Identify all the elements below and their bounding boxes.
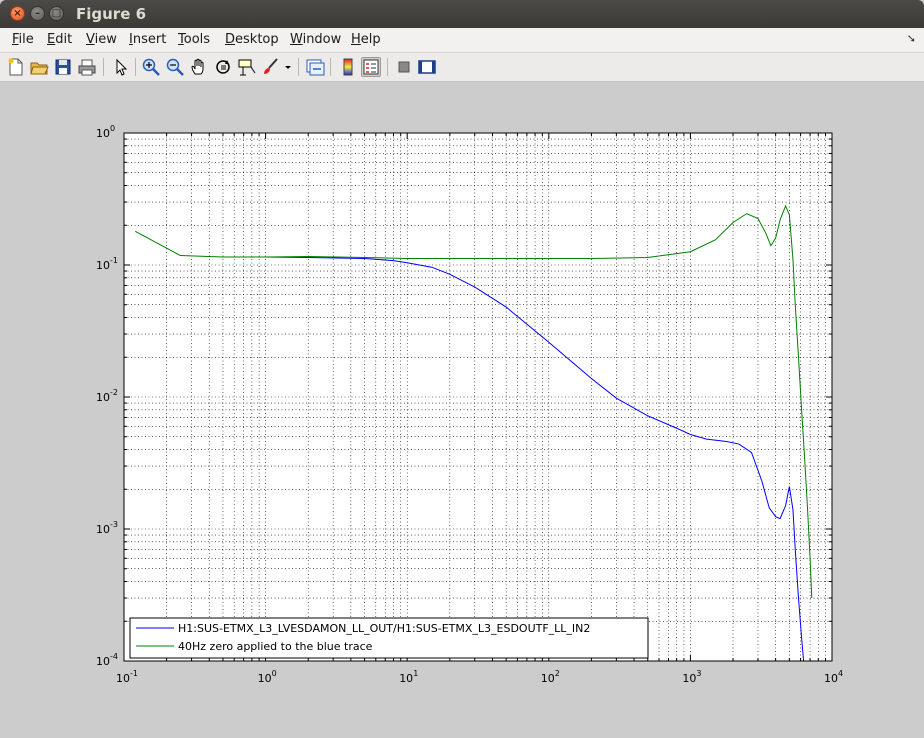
close-window-button[interactable]: × bbox=[10, 6, 25, 21]
window-title: Figure 6 bbox=[76, 5, 147, 23]
insert-legend-icon bbox=[363, 59, 379, 75]
zoom-in-icon bbox=[142, 58, 160, 76]
menu-help[interactable]: Help bbox=[351, 32, 381, 47]
menu-bar: File Edit View Insert Tools Desktop Wind… bbox=[0, 28, 924, 53]
edit-plot-button[interactable] bbox=[111, 57, 131, 77]
y-tick-label: 10-3 bbox=[96, 520, 118, 536]
print-figure-button[interactable] bbox=[77, 57, 97, 77]
x-tick-label: 101 bbox=[399, 669, 418, 685]
minimize-window-button[interactable]: – bbox=[30, 6, 45, 21]
y-tick-label: 100 bbox=[96, 124, 115, 140]
open-file-button[interactable] bbox=[29, 57, 49, 77]
data-cursor-icon bbox=[238, 59, 256, 76]
open-file-icon bbox=[30, 62, 49, 75]
chevron-down-icon bbox=[285, 66, 291, 69]
pan-button[interactable] bbox=[189, 57, 209, 77]
rotate-3d-icon bbox=[216, 60, 230, 74]
save-figure-button[interactable] bbox=[53, 57, 73, 77]
insert-colorbar-icon bbox=[343, 58, 353, 76]
print-figure-icon bbox=[78, 59, 96, 76]
y-tick-label: 10-2 bbox=[96, 388, 118, 404]
y-tick-label: 10-1 bbox=[96, 256, 118, 272]
link-plot-icon bbox=[306, 59, 325, 76]
brush-dropdown-button[interactable] bbox=[282, 57, 294, 77]
show-plot-tools-button[interactable] bbox=[417, 57, 437, 77]
brush-button[interactable] bbox=[261, 57, 281, 77]
plot-area[interactable]: 10-1 100 101 102 103 104 10-4 10-3 10-2 10-1 100 H… bbox=[0, 82, 924, 738]
save-figure-icon bbox=[55, 59, 71, 75]
legend-label-2: 40Hz zero applied to the blue trace bbox=[178, 640, 373, 653]
toolbar-separator bbox=[387, 58, 388, 76]
zoom-out-button[interactable] bbox=[165, 57, 185, 77]
legend-label-1: H1:SUS-ETMX_L3_LVESDAMON_LL_OUT/H1:SUS-E… bbox=[178, 622, 590, 635]
hide-plot-tools-button[interactable] bbox=[394, 57, 414, 77]
toolbar-separator bbox=[135, 58, 136, 76]
menu-tools[interactable]: Tools bbox=[178, 32, 210, 47]
zoom-in-button[interactable] bbox=[141, 57, 161, 77]
x-tick-label: 104 bbox=[824, 669, 843, 685]
insert-colorbar-button[interactable] bbox=[338, 57, 358, 77]
insert-legend-button[interactable] bbox=[361, 57, 381, 77]
maximize-window-button[interactable]: □ bbox=[49, 6, 64, 21]
y-tick-label: 10-4 bbox=[96, 652, 118, 668]
pan-icon bbox=[191, 58, 204, 75]
show-plot-tools-icon bbox=[418, 60, 436, 74]
toolbar-separator bbox=[298, 58, 299, 76]
x-tick-label: 10-1 bbox=[116, 669, 138, 685]
window-titlebar: × – □ Figure 6 bbox=[0, 0, 924, 28]
edit-plot-icon bbox=[116, 58, 128, 76]
figure-toolbar bbox=[0, 53, 924, 82]
menu-desktop[interactable]: Desktop bbox=[225, 32, 279, 47]
menu-view[interactable]: View bbox=[86, 32, 117, 47]
menu-window[interactable]: Window bbox=[290, 32, 341, 47]
toolbar-separator bbox=[103, 58, 104, 76]
menu-edit[interactable]: Edit bbox=[47, 32, 72, 47]
zoom-out-icon bbox=[166, 58, 184, 76]
menu-overflow-arrow-icon[interactable]: ➘ bbox=[907, 32, 916, 45]
link-plot-button[interactable] bbox=[305, 57, 325, 77]
x-tick-label: 103 bbox=[682, 669, 701, 685]
rotate-3d-button[interactable] bbox=[213, 57, 233, 77]
legend[interactable]: H1:SUS-ETMX_L3_LVESDAMON_LL_OUT/H1:SUS-E… bbox=[129, 617, 649, 659]
menu-insert[interactable]: Insert bbox=[129, 32, 166, 47]
menu-file[interactable]: File bbox=[12, 32, 34, 47]
x-tick-label: 100 bbox=[258, 669, 277, 685]
brush-icon bbox=[264, 58, 278, 74]
hide-plot-tools-icon bbox=[398, 61, 410, 73]
x-tick-label: 102 bbox=[541, 669, 560, 685]
new-figure-icon bbox=[8, 58, 23, 76]
data-cursor-button[interactable] bbox=[237, 57, 257, 77]
toolbar-separator bbox=[330, 58, 331, 76]
new-figure-button[interactable] bbox=[6, 57, 26, 77]
